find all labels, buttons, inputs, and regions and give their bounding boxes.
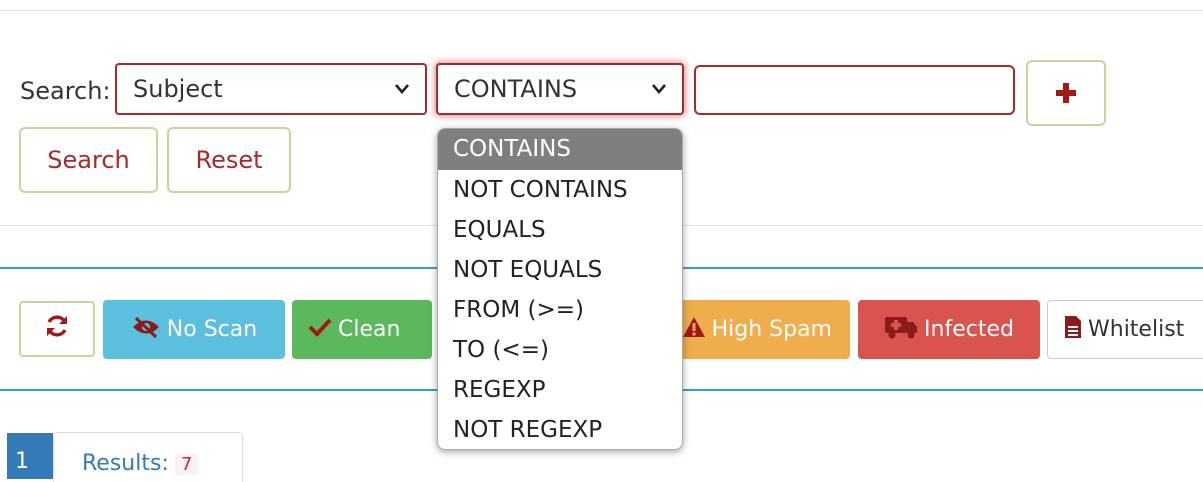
high-spam-label: High Spam: [711, 317, 832, 342]
eye-slash-icon: [131, 316, 161, 344]
operator-option-not-equals[interactable]: NOT EQUALS: [438, 250, 682, 290]
operator-dropdown-list[interactable]: CONTAINS NOT CONTAINS EQUALS NOT EQUALS …: [437, 128, 683, 450]
warning-icon: [682, 316, 706, 344]
high-spam-filter-button[interactable]: High Spam: [666, 300, 850, 359]
search-value-input[interactable]: [694, 65, 1015, 115]
refresh-button[interactable]: [19, 301, 95, 357]
whitelist-label: Whitelist: [1088, 317, 1185, 342]
results-tab[interactable]: Results: 7: [53, 432, 243, 482]
operator-option-not-contains[interactable]: NOT CONTAINS: [438, 170, 682, 210]
check-icon: [308, 317, 332, 343]
search-field-value: Subject: [133, 75, 223, 103]
operator-option-contains[interactable]: CONTAINS: [438, 129, 682, 170]
search-label: Search:: [20, 77, 111, 105]
search-button[interactable]: Search: [19, 127, 158, 193]
operator-option-to[interactable]: TO (<=): [438, 330, 682, 370]
no-scan-filter-button[interactable]: No Scan: [103, 300, 285, 359]
whitelist-filter-button[interactable]: Whitelist: [1047, 300, 1203, 359]
infected-filter-button[interactable]: Infected: [858, 300, 1040, 359]
chevron-down-icon: [650, 65, 668, 130]
add-condition-button[interactable]: [1026, 60, 1106, 126]
results-count-badge: 7: [174, 454, 199, 475]
search-field-select[interactable]: Subject: [115, 63, 427, 115]
refresh-icon: [44, 313, 70, 345]
infected-label: Infected: [924, 317, 1014, 342]
top-divider: [0, 10, 1203, 11]
chevron-down-icon: [393, 65, 411, 130]
operator-select[interactable]: CONTAINS: [436, 63, 684, 115]
clean-filter-button[interactable]: Clean: [292, 300, 432, 359]
plus-icon: [1056, 83, 1076, 103]
operator-option-not-regexp[interactable]: NOT REGEXP: [438, 410, 682, 449]
ambulance-icon: [884, 315, 918, 345]
pagination-page-current[interactable]: 1: [7, 433, 53, 479]
clean-label: Clean: [338, 317, 401, 342]
operator-option-equals[interactable]: EQUALS: [438, 210, 682, 250]
operator-value: CONTAINS: [454, 75, 578, 103]
operator-option-from[interactable]: FROM (>=): [438, 290, 682, 330]
results-label: Results:: [82, 451, 169, 476]
no-scan-label: No Scan: [166, 317, 258, 342]
reset-button[interactable]: Reset: [167, 127, 291, 193]
file-text-icon: [1064, 315, 1082, 345]
operator-option-regexp[interactable]: REGEXP: [438, 370, 682, 410]
